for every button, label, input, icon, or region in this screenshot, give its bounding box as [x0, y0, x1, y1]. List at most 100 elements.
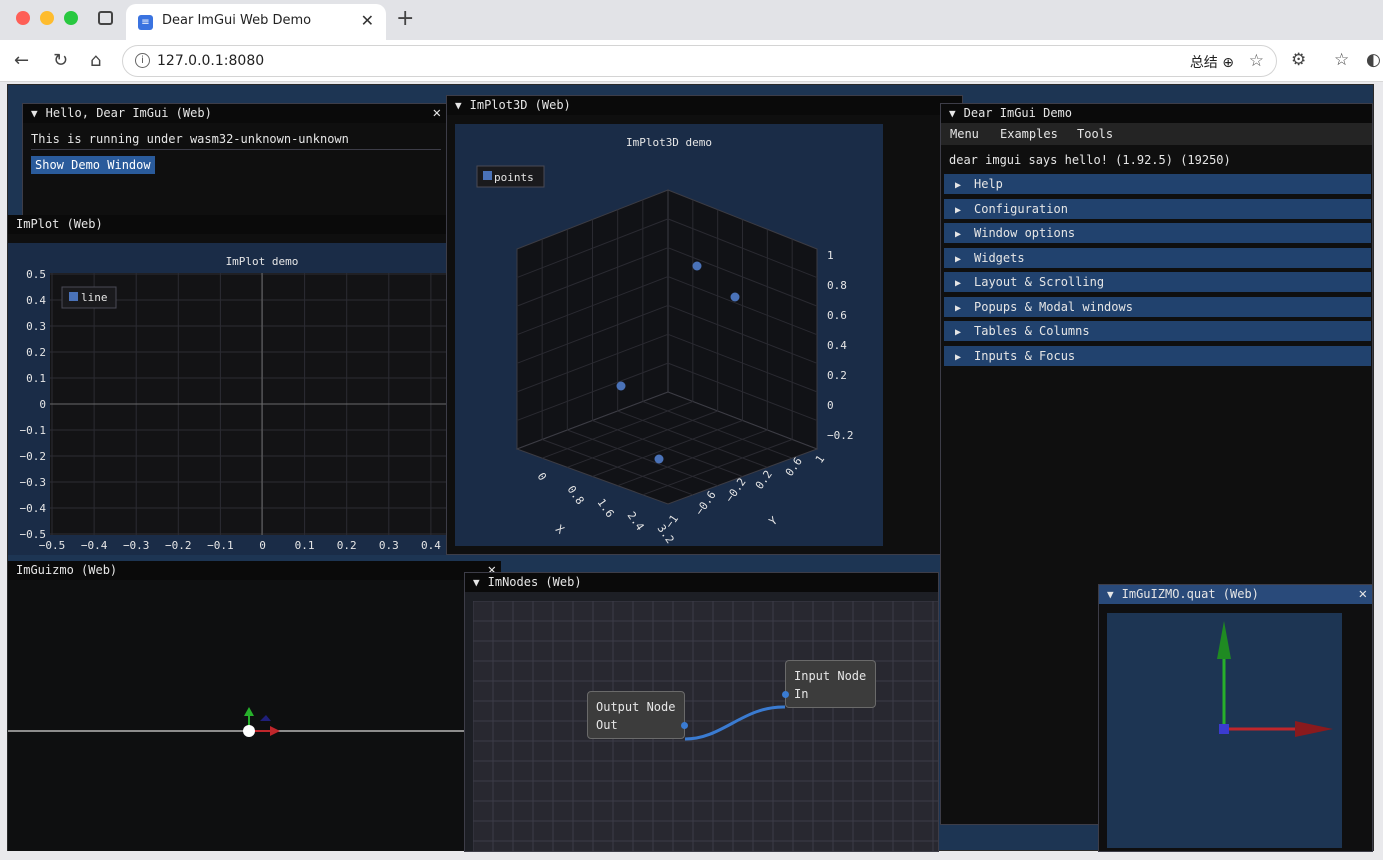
x-tick-label: 0.4: [421, 539, 441, 552]
imguizmo-title-bar[interactable]: ImGuizmo (Web) ✕: [8, 561, 501, 580]
header-popups-modal[interactable]: ▶ Popups & Modal windows: [944, 297, 1371, 317]
x-tick-label: 0.2: [337, 539, 357, 552]
x-tick-label: −0.2: [165, 539, 192, 552]
implot-plot[interactable]: ImPlot demo 0.5 0.4 0.3 0.2 0.1 0 −0.1 −0.2 −0.3…: [8, 243, 448, 555]
imgui-canvas[interactable]: ▼ Hello, Dear ImGui (Web) ✕ This is runni…: [7, 84, 1374, 852]
implot3d-title-bar[interactable]: ▼ ImPlot3D (Web): [447, 96, 962, 115]
hello-window[interactable]: ▼ Hello, Dear ImGui (Web) ✕ This is runni…: [22, 103, 447, 223]
expand-arrow-icon: ▶: [955, 205, 962, 216]
menu-item-examples[interactable]: Examples: [1000, 127, 1058, 141]
point: [692, 261, 702, 271]
imnodes-title-bar[interactable]: ▼ ImNodes (Web): [465, 573, 938, 592]
input-node[interactable]: Input Node In: [782, 660, 876, 708]
expand-arrow-icon: ▶: [955, 303, 962, 314]
legend-label: line: [81, 291, 108, 304]
x-tick-label: −0.1: [207, 539, 234, 552]
header-widgets[interactable]: ▶ Widgets: [944, 248, 1371, 268]
collapse-arrow-icon[interactable]: ▼: [31, 104, 38, 123]
quat-gizmo[interactable]: [1107, 613, 1342, 848]
implot3d-plot[interactable]: ImPlot3D demo 10.80.60.40.20−0.2 00.81.6…: [455, 124, 883, 546]
header-label: Configuration: [974, 202, 1068, 216]
tab-title: Dear ImGui Web Demo: [162, 13, 312, 28]
x-arrow-icon[interactable]: [270, 726, 280, 736]
hello-title: Hello, Dear ImGui (Web): [45, 106, 212, 120]
y-arrow-icon[interactable]: [244, 707, 254, 716]
gizmo-center-handle[interactable]: [243, 725, 255, 737]
close-icon[interactable]: ✕: [1359, 585, 1367, 604]
x-tick-label: 0.3: [379, 539, 399, 552]
implot3d-window[interactable]: ▼ ImPlot3D (Web) ImPlot3D demo 1 0.8 0.6 0.4…: [446, 95, 963, 555]
output-node[interactable]: Output Node Out: [587, 691, 688, 739]
favorites-icon[interactable]: ☆: [1334, 50, 1349, 70]
collapse-arrow-icon[interactable]: ▼: [473, 573, 480, 592]
collapse-arrow-icon[interactable]: ▼: [1107, 585, 1114, 604]
browser-tab[interactable]: ≡ Dear ImGui Web Demo ✕: [126, 4, 386, 40]
close-window-button[interactable]: [16, 11, 30, 25]
demo-hello-text: dear imgui says hello! (1.92.5) (19250): [949, 153, 1231, 167]
summary-button[interactable]: 总结 ⊕: [1190, 52, 1234, 72]
quat-window[interactable]: ▼ ImGuIZMO.quat (Web) ✕: [1098, 584, 1373, 852]
new-tab-icon[interactable]: +: [396, 6, 414, 31]
close-icon[interactable]: ✕: [433, 104, 441, 123]
back-icon[interactable]: ←: [14, 50, 29, 71]
zoom-window-button[interactable]: [64, 11, 78, 25]
header-configuration[interactable]: ▶ Configuration: [944, 199, 1371, 219]
info-icon[interactable]: i: [135, 53, 150, 68]
browser-tab-bar: ≡ Dear ImGui Web Demo ✕ +: [0, 0, 1383, 40]
url-text: 127.0.0.1:8080: [157, 53, 265, 69]
imguizmo-window[interactable]: ImGuizmo (Web) ✕: [8, 561, 501, 851]
implot3d-title: ImPlot3D (Web): [469, 98, 571, 112]
header-tables-columns[interactable]: ▶ Tables & Columns: [944, 321, 1371, 341]
legend-swatch: [483, 171, 492, 180]
url-field[interactable]: i 127.0.0.1:8080 总结 ⊕ ☆: [122, 45, 1277, 77]
expand-arrow-icon: ▶: [955, 352, 962, 363]
header-window-options[interactable]: ▶ Window options: [944, 223, 1371, 243]
extensions-icon[interactable]: ⚙: [1291, 50, 1306, 70]
y-tick-label: 0.4: [26, 294, 46, 307]
reload-icon[interactable]: ↻: [53, 50, 68, 71]
node-editor-canvas[interactable]: [473, 601, 939, 852]
sidebar-toggle-icon[interactable]: [98, 11, 113, 25]
header-layout-scrolling[interactable]: ▶ Layout & Scrolling: [944, 272, 1371, 292]
y-tick-label: 0.1: [26, 372, 46, 385]
input-pin[interactable]: [782, 691, 789, 698]
z-tick-label: 1: [827, 249, 834, 262]
header-label: Tables & Columns: [974, 324, 1090, 338]
pin-label: In: [794, 687, 809, 701]
close-tab-icon[interactable]: ✕: [361, 11, 374, 30]
hello-title-bar[interactable]: ▼ Hello, Dear ImGui (Web) ✕: [23, 104, 446, 123]
bookmark-star-icon[interactable]: ☆: [1249, 51, 1264, 71]
menu-item-tools[interactable]: Tools: [1077, 127, 1113, 141]
y-tick-label: −0.4: [20, 502, 47, 515]
expand-arrow-icon: ▶: [955, 254, 962, 265]
header-help[interactable]: ▶ Help: [944, 174, 1371, 194]
minimize-window-button[interactable]: [40, 11, 54, 25]
header-label: Widgets: [974, 251, 1025, 265]
imguizmo-viewport[interactable]: [8, 580, 501, 850]
menu-item-menu[interactable]: Menu: [950, 127, 979, 141]
y-tick-label: 0: [39, 398, 46, 411]
x-tick-label: 0.1: [295, 539, 315, 552]
show-demo-window-button[interactable]: Show Demo Window: [31, 156, 155, 174]
header-label: Popups & Modal windows: [974, 300, 1133, 314]
quat-title-bar[interactable]: ▼ ImGuIZMO.quat (Web) ✕: [1099, 585, 1372, 604]
implot-title-bar[interactable]: ImPlot (Web): [8, 215, 448, 234]
output-pin[interactable]: [681, 722, 688, 729]
z-axis-cube[interactable]: [1219, 724, 1229, 734]
document-icon: ≡: [138, 15, 153, 30]
home-icon[interactable]: ⌂: [90, 50, 101, 71]
separator: [31, 149, 441, 150]
x-tick-label: −0.4: [81, 539, 108, 552]
imnodes-window[interactable]: ▼ ImNodes (Web) Output Node Out Input Nod…: [464, 572, 939, 852]
profile-icon[interactable]: ◐: [1366, 50, 1381, 70]
z-tick-label: 0.4: [827, 339, 847, 352]
header-label: Help: [974, 177, 1003, 191]
collapse-arrow-icon[interactable]: ▼: [949, 104, 956, 123]
z-arrow-icon[interactable]: [260, 715, 271, 721]
x-tick-label: −0.3: [123, 539, 150, 552]
collapse-arrow-icon[interactable]: ▼: [455, 96, 462, 115]
implot-window[interactable]: ImPlot (Web) ImPlot demo 0.5 0.4 0.3 0.2 0.1…: [8, 215, 448, 555]
demo-title-bar[interactable]: ▼ Dear ImGui Demo: [941, 104, 1372, 123]
x-tick-label: 0: [259, 539, 266, 552]
header-inputs-focus[interactable]: ▶ Inputs & Focus: [944, 346, 1371, 366]
